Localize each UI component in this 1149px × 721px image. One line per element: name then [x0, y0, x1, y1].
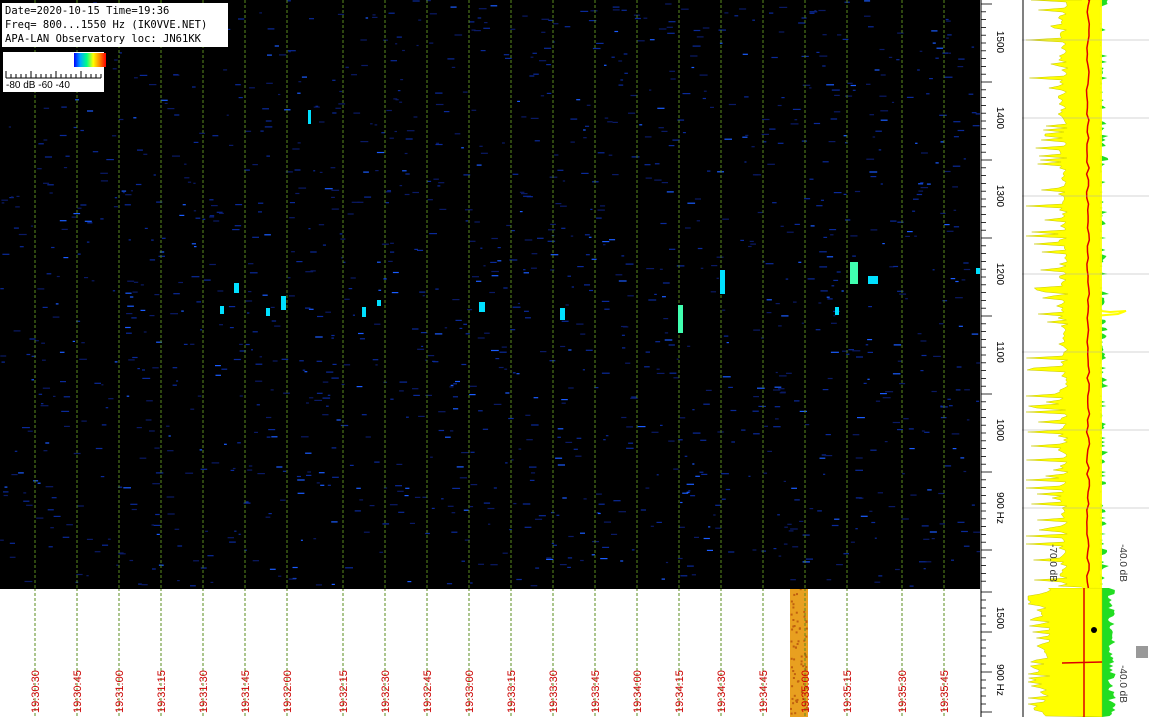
meteor-echo: [868, 276, 878, 284]
spectrum-panel-lower: -40.0 dB: [1022, 588, 1149, 717]
frequency-tick-label: 900 Hz: [994, 492, 1005, 524]
time-tick-label: 19:31:45: [240, 670, 252, 713]
spectrum-db-label: -40.0 dB: [1117, 665, 1128, 703]
frequency-tick-label: 1300: [994, 185, 1005, 208]
time-tick-label: 19:34:45: [758, 670, 770, 713]
info-date-time: Date=2020-10-15 Time=19:36: [5, 5, 170, 17]
time-axis: 19:30:30 19:30:45 19:31:00 19:31:15 19:31:30…: [0, 588, 980, 717]
meteor-echo: [678, 305, 683, 333]
time-tick-label: 19:32:45: [422, 670, 434, 713]
meteor-echo: [850, 262, 858, 284]
time-tick-label: 19:34:30: [716, 670, 728, 713]
frequency-tick-label: 1100: [994, 341, 1005, 363]
time-tick-label: 19:31:00: [114, 670, 126, 713]
frequency-tick-label: 1400: [994, 107, 1005, 130]
color-scale-legend: -80 dB -60 -40: [3, 52, 106, 92]
spectrogram-canvas: Date=2020-10-15 Time=19:36 Freq= 800...1…: [0, 0, 980, 588]
meteor-echo: [720, 270, 725, 294]
spectrum-db-label: -70.0 dB: [1047, 544, 1058, 582]
color-gradient-bar: [74, 53, 106, 67]
spectrum-marker: [1091, 627, 1097, 633]
time-tick-label: 19:35:00: [800, 670, 812, 713]
time-tick-label: 19:33:45: [590, 670, 602, 713]
time-tick-label: 19:35:15: [842, 670, 854, 713]
time-tick-label: 19:33:00: [464, 670, 476, 713]
time-tick-label: 19:30:30: [30, 670, 42, 713]
frequency-tick-label: 1200: [994, 263, 1005, 286]
spectrogram-plot: [0, 0, 980, 588]
frequency-tick-label: 1000: [994, 419, 1005, 442]
time-tick-label: 19:35:45: [939, 670, 951, 713]
time-tick-label: 19:30:45: [72, 670, 84, 713]
frequency-tick-label: 900 Hz: [994, 664, 1005, 696]
meteor-echo: [266, 308, 270, 316]
spectrum-db-label: -40.0 dB: [1117, 544, 1128, 582]
background-noise: [0, 0, 980, 587]
time-tick-label: 19:32:15: [338, 670, 350, 713]
legend-db-labels: -80 dB -60 -40: [6, 80, 70, 91]
spectrum-trace-lower: [1027, 588, 1103, 717]
meteor-echoes: [220, 110, 980, 333]
time-tick-label: 19:33:15: [506, 670, 518, 713]
time-tick-label: 19:31:30: [198, 670, 210, 713]
meteor-echo: [560, 308, 565, 320]
frequency-axis: 1500 1400 1300 1200 1100 1000 900 Hz: [980, 0, 1022, 590]
meteor-echo: [835, 307, 839, 315]
time-gridlines: [34, 0, 945, 588]
info-frequency-range: Freq= 800...1550 Hz (IK0VVE.NET): [5, 19, 208, 31]
meteor-echo: [377, 300, 381, 306]
time-tick-label: 19:33:30: [548, 670, 560, 713]
meteor-echo: [308, 110, 311, 124]
time-tick-label: 19:34:15: [674, 670, 686, 713]
spectrum-panel: -70.0 dB -40.0 dB: [1022, 0, 1149, 588]
meteor-echo: [479, 302, 485, 312]
meteor-echo: [281, 296, 286, 310]
meteor-echo: [220, 306, 224, 314]
frequency-tick-label: 1500: [994, 31, 1005, 54]
info-observatory: APA-LAN Observatory loc: JN61KK: [5, 33, 201, 45]
frequency-tick-label: 1500: [994, 607, 1005, 630]
meteor-echo: [362, 307, 366, 317]
meteor-echo: [234, 283, 239, 293]
frequency-axis-lower: 1500 900 Hz: [980, 588, 1022, 717]
time-tick-label: 19:32:00: [282, 670, 294, 713]
time-tick-label: 19:31:15: [156, 670, 168, 713]
time-tick-label: 19:34:00: [632, 670, 644, 713]
time-tick-label: 19:35:30: [897, 670, 909, 713]
info-box: Date=2020-10-15 Time=19:36 Freq= 800...1…: [2, 3, 228, 47]
time-tick-label: 19:32:30: [380, 670, 392, 713]
